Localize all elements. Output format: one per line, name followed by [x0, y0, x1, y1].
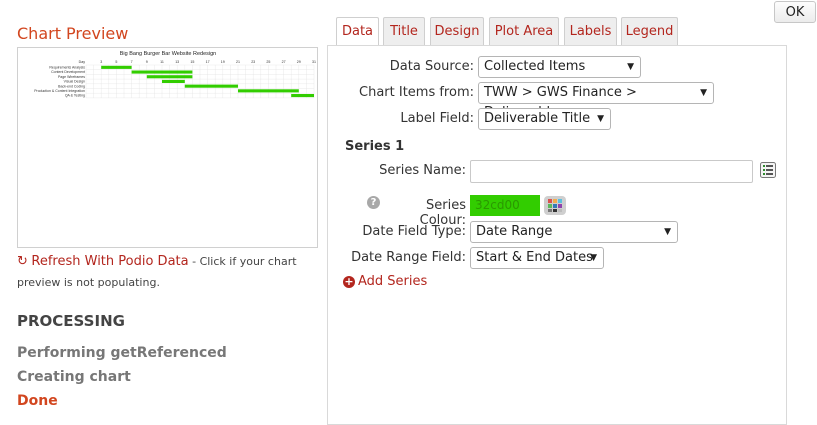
ok-button[interactable]: OK: [774, 1, 816, 23]
x-axis-unit-label: Day: [79, 60, 86, 64]
x-tick-label: 27: [282, 60, 286, 64]
series-name-label: Series Name:: [379, 163, 466, 178]
refresh-link[interactable]: Refresh With Podio Data: [31, 254, 188, 269]
category-label: Back-end Coding: [58, 84, 85, 88]
x-tick-label: 7: [131, 60, 133, 64]
date-range-field-value: Start & End Dates: [476, 250, 593, 265]
field-picker-icon[interactable]: [760, 162, 776, 178]
add-series-label: Add Series: [358, 274, 428, 289]
label-field-label: Label Field:: [400, 111, 474, 126]
gantt-bar: [238, 89, 299, 93]
x-tick-label: 29: [297, 60, 301, 64]
category-label: Requirements Analysis: [49, 66, 85, 70]
chevron-down-icon: ▼: [627, 62, 634, 72]
date-field-type-value: Date Range: [476, 224, 553, 239]
gantt-bar: [184, 84, 238, 88]
x-tick-label: 5: [115, 60, 117, 64]
gantt-bar: [146, 75, 193, 79]
data-source-value: Collected Items: [484, 59, 586, 74]
plus-icon: +: [343, 275, 355, 288]
tab-legend[interactable]: Legend: [621, 17, 678, 45]
series-colour-input[interactable]: 32cd00: [470, 195, 540, 216]
tab-design[interactable]: Design: [430, 17, 484, 45]
processing-step: Performing getReferenced: [17, 345, 227, 361]
x-tick-label: 31: [312, 60, 316, 64]
x-tick-label: 11: [160, 60, 164, 64]
category-label: Page Wireframes: [58, 75, 85, 79]
tab-plot-area[interactable]: Plot Area: [489, 17, 559, 45]
color-palette-icon[interactable]: [544, 196, 566, 215]
x-tick-label: 15: [190, 60, 194, 64]
tab-data[interactable]: Data: [336, 17, 379, 47]
x-tick-label: 17: [206, 60, 210, 64]
processing-heading: PROCESSING: [17, 312, 125, 330]
gantt-bar: [101, 65, 132, 69]
processing-step: Creating chart: [17, 369, 131, 385]
help-icon[interactable]: ?: [367, 196, 380, 209]
x-tick-label: 9: [146, 60, 148, 64]
date-field-type-label: Date Field Type:: [362, 224, 466, 239]
chart-preview-title: Chart Preview: [17, 24, 129, 43]
chevron-down-icon: ▼: [664, 227, 671, 237]
x-tick-label: 3: [100, 60, 102, 64]
gantt-chart: Big Bang Burger Bar Website Redesign Day 3…: [34, 51, 316, 99]
data-source-label: Data Source:: [389, 59, 474, 74]
series-name-input[interactable]: [470, 160, 753, 183]
tab-labels[interactable]: Labels: [564, 17, 617, 45]
refresh-section: ↻ Refresh With Podio Data - Click if you…: [17, 251, 307, 293]
label-field-value: Deliverable Title: [484, 111, 591, 126]
category-label: Visual Design: [64, 80, 85, 84]
date-range-field-label: Date Range Field:: [351, 250, 466, 265]
chevron-down-icon: ▼: [700, 88, 707, 98]
category-label: QA & Testing: [65, 94, 85, 98]
chart-items-select[interactable]: TWW > GWS Finance > Deliverables ▼: [478, 82, 714, 120]
category-label: Production & Content Integration: [34, 89, 85, 93]
gantt-bar: [291, 94, 314, 98]
x-tick-label: 21: [236, 60, 240, 64]
x-tick-label: 23: [251, 60, 255, 64]
x-tick-label: 13: [175, 60, 179, 64]
date-range-field-select[interactable]: Start & End Dates ▼: [470, 247, 604, 269]
x-tick-label: 19: [221, 60, 225, 64]
series-heading: Series 1: [345, 139, 405, 154]
gantt-bar: [162, 79, 185, 83]
chart-preview: Big Bang Burger Bar Website Redesign Day 3…: [17, 47, 318, 248]
tab-title[interactable]: Title: [383, 17, 425, 45]
x-tick-label: 25: [266, 60, 270, 64]
chevron-down-icon: ▼: [597, 114, 604, 124]
chevron-down-icon: ▼: [590, 253, 597, 263]
chart-items-label: Chart Items from:: [359, 85, 474, 100]
data-source-select[interactable]: Collected Items ▼: [478, 56, 641, 78]
processing-step-done: Done: [17, 393, 58, 409]
refresh-icon[interactable]: ↻: [17, 254, 28, 269]
gantt-bar: [131, 70, 193, 74]
category-label: Content Development: [51, 70, 85, 74]
add-series-button[interactable]: + Add Series: [343, 274, 427, 289]
date-field-type-select[interactable]: Date Range ▼: [470, 221, 678, 243]
label-field-select[interactable]: Deliverable Title ▼: [478, 108, 611, 130]
chart-title: Big Bang Burger Bar Website Redesign: [120, 51, 217, 57]
